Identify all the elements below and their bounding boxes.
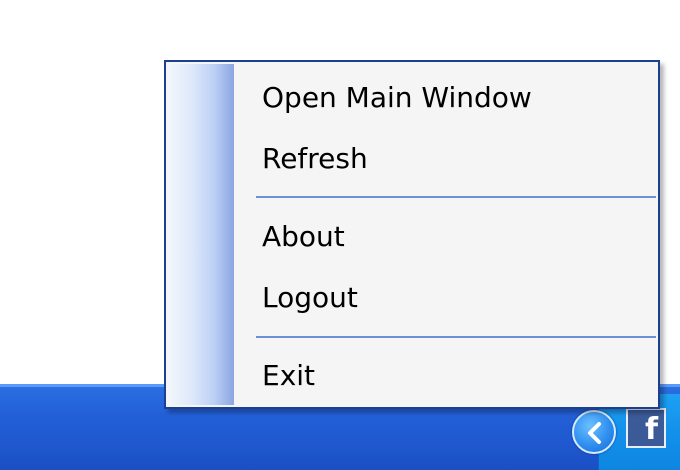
show-hidden-icons-chevron-icon[interactable] (572, 410, 616, 454)
menu-item-refresh[interactable]: Refresh (262, 137, 642, 181)
menu-item-logout[interactable]: Logout (262, 276, 642, 320)
menu-separator (256, 336, 656, 338)
menu-item-about[interactable]: About (262, 215, 642, 259)
menu-item-exit[interactable]: Exit (262, 354, 642, 398)
chevron-left-icon (588, 422, 601, 444)
menu-separator (256, 196, 656, 198)
tray-context-menu: Open Main Window Refresh About Logout Ex… (164, 60, 660, 409)
menu-item-open-main-window[interactable]: Open Main Window (262, 76, 642, 120)
menu-side-strip (168, 64, 234, 405)
facebook-icon[interactable]: f (626, 408, 666, 448)
